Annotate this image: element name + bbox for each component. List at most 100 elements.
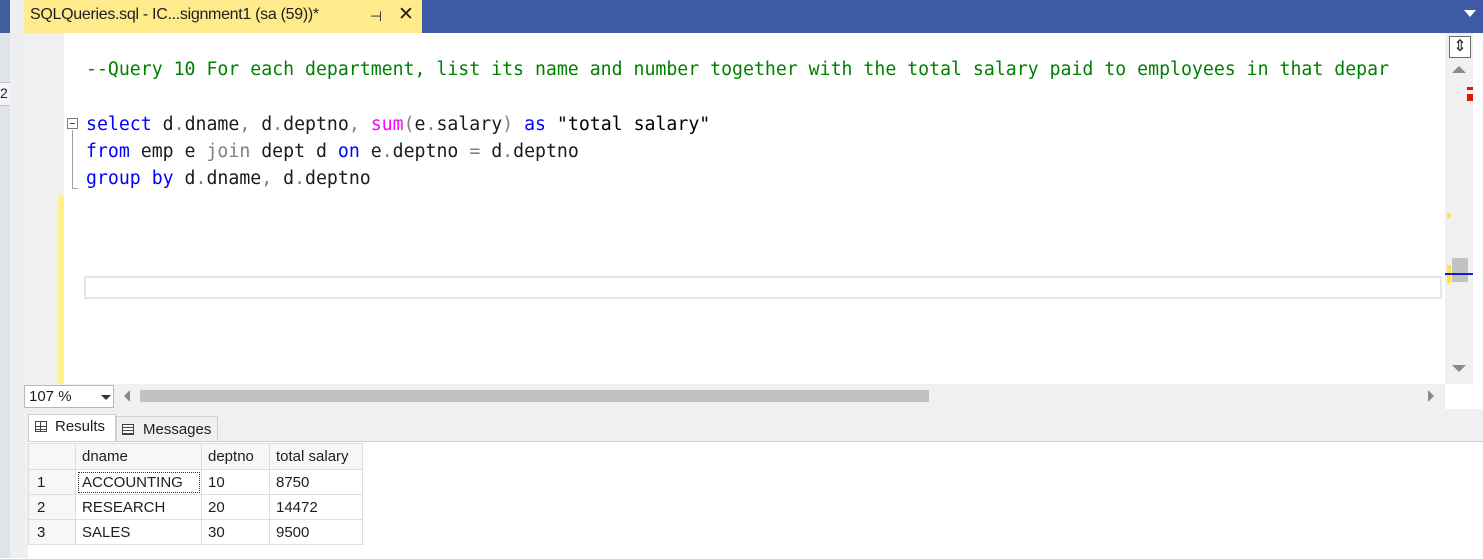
vertical-scrollbar[interactable] — [1445, 33, 1473, 384]
editor-code[interactable]: --Query 10 For each department, list its… — [86, 56, 1389, 192]
scroll-left-icon[interactable] — [124, 390, 130, 402]
table-row: 2 RESEARCH 20 14472 — [28, 494, 363, 520]
code-token: d — [272, 168, 295, 190]
code-line[interactable]: group by d.dname, d.deptno — [86, 165, 1389, 192]
grid-icon — [35, 421, 47, 432]
current-line-highlight — [84, 276, 1442, 299]
column-header-deptno[interactable]: deptno — [201, 443, 270, 470]
code-token: . — [502, 140, 514, 162]
document-tab[interactable]: SQLQueries.sql - IC...signment1 (sa (59)… — [24, 0, 422, 33]
table-row: 3 SALES 30 9500 — [28, 519, 363, 545]
chevron-down-icon[interactable] — [101, 395, 111, 400]
code-line[interactable]: --Query 10 For each department, list its… — [86, 56, 1389, 83]
code-line[interactable] — [86, 83, 1389, 110]
change-marker — [1447, 213, 1451, 218]
code-token: "total salary" — [545, 113, 711, 135]
code-token: d — [173, 168, 196, 190]
code-token: = — [469, 140, 481, 162]
zoom-value: 107 % — [29, 388, 72, 405]
code-token: d — [151, 113, 174, 135]
tab-list-dropdown-icon[interactable] — [1464, 10, 1476, 17]
vertical-scroll-thumb[interactable] — [1452, 258, 1468, 282]
code-token: --Query 10 For each department, list its… — [86, 59, 1390, 80]
tab-messages-label: Messages — [143, 421, 212, 438]
code-token: group by — [86, 168, 174, 190]
row-number[interactable]: 1 — [28, 469, 76, 495]
code-token: . — [381, 140, 393, 162]
code-token: ) — [502, 113, 514, 135]
collapse-icon[interactable] — [67, 118, 78, 129]
code-token: emp e — [129, 140, 207, 162]
horizontal-scroll-thumb[interactable] — [140, 390, 929, 402]
code-token: on — [337, 140, 360, 162]
tab-results[interactable]: Results — [28, 414, 116, 441]
results-grid: dname deptno total salary 1 ACCOUNTING 1… — [28, 443, 363, 545]
code-token: . — [294, 168, 306, 190]
code-token: e — [359, 140, 382, 162]
code-line[interactable]: select d.dname, d.deptno, sum(e.salary) … — [86, 111, 1389, 138]
code-token: deptno — [305, 168, 371, 190]
row-number[interactable]: 2 — [28, 494, 76, 520]
close-icon[interactable]: ✕ — [396, 4, 416, 26]
change-tracking-bar — [58, 195, 64, 384]
row-number-header[interactable] — [28, 443, 76, 470]
code-token: sum — [370, 113, 404, 135]
code-token: . — [195, 168, 207, 190]
tab-messages[interactable]: Messages — [116, 416, 218, 441]
code-token: deptno — [513, 140, 579, 162]
code-token: deptno — [392, 140, 470, 162]
code-token: d — [480, 140, 503, 162]
window-gap — [10, 0, 24, 558]
table-cell[interactable]: 10 — [201, 469, 270, 495]
code-token: join — [206, 140, 251, 162]
scroll-up-icon[interactable] — [1452, 66, 1466, 73]
messages-icon — [122, 424, 134, 435]
column-header-total-salary[interactable]: total salary — [269, 443, 363, 470]
table-cell[interactable]: 8750 — [269, 469, 363, 495]
code-token: . — [425, 113, 437, 135]
split-window-icon[interactable]: ⇕ — [1449, 36, 1471, 58]
code-token: salary — [436, 113, 503, 135]
table-cell[interactable]: ACCOUNTING — [75, 469, 202, 495]
table-cell[interactable]: RESEARCH — [75, 494, 202, 520]
code-token: , — [348, 113, 360, 135]
code-token: . — [272, 113, 284, 135]
code-token: dname — [206, 168, 262, 190]
code-token: e — [414, 113, 426, 135]
left-panel-strip: 2 — [0, 0, 10, 558]
left-strip-number: 2 — [0, 82, 10, 106]
document-tab-title: SQLQueries.sql - IC...signment1 (sa (59)… — [30, 6, 319, 23]
left-strip-header — [0, 0, 10, 33]
tab-results-label: Results — [55, 418, 106, 435]
pin-icon[interactable]: ⊣ — [368, 7, 384, 25]
code-token: d — [250, 113, 273, 135]
code-token: as — [524, 113, 546, 135]
outline-guide-end — [72, 188, 78, 189]
scroll-down-icon[interactable] — [1452, 365, 1466, 372]
column-header-dname[interactable]: dname — [75, 443, 202, 470]
table-row: 1 ACCOUNTING 10 8750 — [28, 469, 363, 495]
code-token: , — [261, 168, 273, 190]
grid-header-row: dname deptno total salary — [28, 443, 363, 470]
code-token: deptno — [283, 113, 349, 135]
code-token: ( — [403, 113, 415, 135]
code-token: dname — [184, 113, 240, 135]
code-token: , — [239, 113, 251, 135]
caret-position-marker — [1445, 273, 1473, 275]
code-token: . — [173, 113, 185, 135]
table-cell[interactable]: SALES — [75, 519, 202, 545]
table-cell[interactable]: 14472 — [269, 494, 363, 520]
code-token: select — [86, 113, 152, 135]
row-number[interactable]: 3 — [28, 519, 76, 545]
zoom-select[interactable]: 107 % — [24, 385, 114, 408]
code-token: dept d — [250, 140, 338, 162]
table-cell[interactable]: 30 — [201, 519, 270, 545]
scroll-right-icon[interactable] — [1428, 390, 1434, 402]
table-cell[interactable]: 20 — [201, 494, 270, 520]
code-line[interactable]: from emp e join dept d on e.deptno = d.d… — [86, 138, 1389, 165]
code-token: from — [86, 140, 130, 162]
table-cell[interactable]: 9500 — [269, 519, 363, 545]
outline-guide — [72, 130, 73, 188]
